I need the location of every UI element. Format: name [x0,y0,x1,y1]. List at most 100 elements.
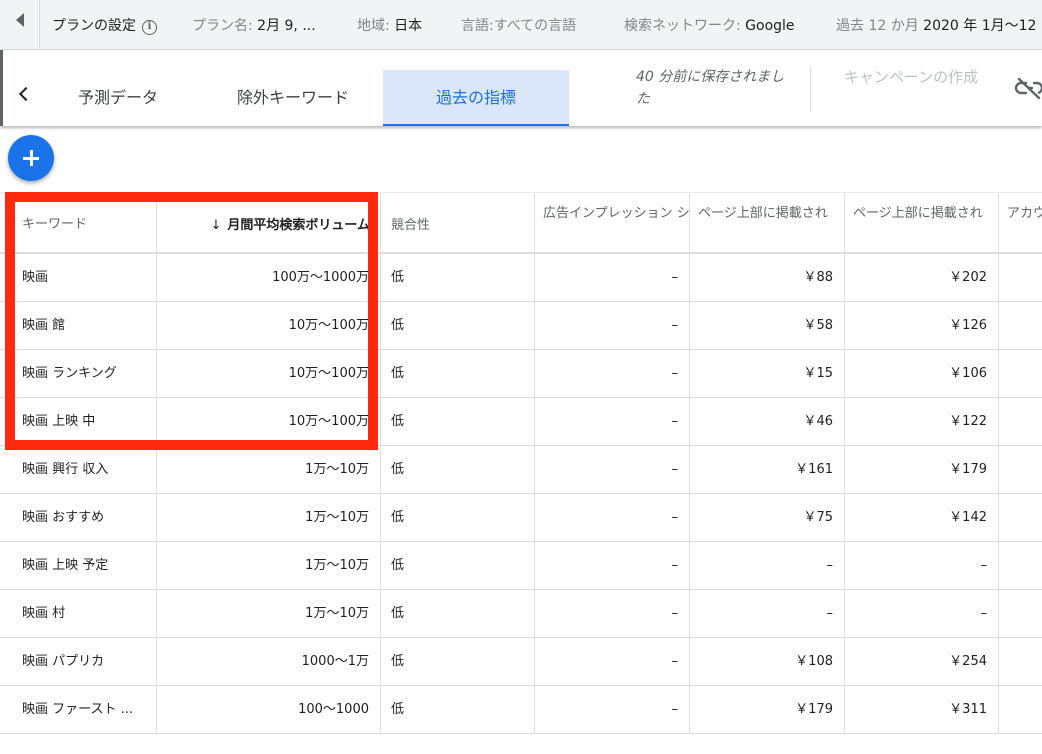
impression-share-cell: – [535,350,690,397]
top-bid-low-cell: – [690,542,845,589]
top-bid-high-cell: ￥142 [845,494,999,541]
impression-share-cell: – [535,638,690,685]
account-cell [999,638,1042,685]
col-header-competition[interactable]: 競合性 [381,193,535,253]
plan-settings-label: プランの設定 [52,18,136,34]
impression-share-cell: – [535,542,690,589]
back-button[interactable] [0,0,40,48]
table-row[interactable]: 映画 上映 中 10万〜100万低 – ￥46 ￥122 [0,398,1042,446]
top-bid-low-cell: ￥161 [690,446,845,493]
account-cell [999,446,1042,493]
account-cell [999,302,1042,349]
impression-share-cell: – [535,302,690,349]
keyword-cell[interactable]: 映画 パプリカ [0,638,157,685]
table-row[interactable]: 映画 おすすめ 1万〜10万低 – ￥75 ￥142 [0,494,1042,542]
col-header-top-bid-low[interactable]: ページ上部に掲載され [690,193,845,253]
tab-forecast[interactable]: 予測データ [43,70,193,126]
keyword-cell[interactable]: 映画 [0,254,157,301]
tab-negative-keywords[interactable]: 除外キーワード [213,70,373,126]
plan-name-setting[interactable]: プラン名: 2月 9, ... [192,15,316,35]
keyword-cell[interactable]: 映画 上映 中 [0,398,157,445]
col-header-top-bid-high[interactable]: ページ上部に掲載され [845,193,999,253]
impression-share-cell: – [535,686,690,733]
language-setting[interactable]: 言語:すべての言語 [461,15,576,35]
language-value: すべての言語 [493,18,577,34]
volume-cell: 1万〜10万 [157,446,381,493]
top-bid-high-cell: ￥126 [845,302,999,349]
impression-share-cell: – [535,446,690,493]
arrow-down-icon: ↓ [210,218,222,233]
volume-cell: 1万〜10万 [157,590,381,637]
account-cell [999,590,1042,637]
top-bid-high-cell: ￥122 [845,398,999,445]
competition-cell: 低 [381,302,535,349]
table-row[interactable]: 映画 興行 収入 1万〜10万低 – ￥161 ￥179 [0,446,1042,494]
competition-cell: 低 [381,638,535,685]
create-campaign-button[interactable]: キャンペーンの作成 [841,66,981,88]
keyword-cell[interactable]: 映画 おすすめ [0,494,157,541]
table-row[interactable]: 映画 館 10万〜100万低 – ￥58 ￥126 [0,302,1042,350]
language-label: 言語: [461,18,494,34]
keyword-cell[interactable]: 映画 ファースト ... [0,686,157,733]
volume-cell: 10万〜100万 [157,398,381,445]
volume-cell: 1000〜1万 [157,638,381,685]
region-value: 日本 [394,18,423,34]
link-off-icon[interactable] [1015,77,1042,99]
top-bid-low-cell: ￥46 [690,398,845,445]
table-row[interactable]: 映画 ファースト ... 100〜1000 低 – ￥179 ￥311 [0,686,1042,734]
period-setting[interactable]: 過去 12 か月 2020 年 1月〜12 [836,15,1036,35]
tab-historical-metrics[interactable]: 過去の指標 [383,70,569,126]
top-bid-high-cell: ￥179 [845,446,999,493]
top-bid-high-cell: ￥311 [845,686,999,733]
top-bid-high-cell: – [845,542,999,589]
network-setting[interactable]: 検索ネットワーク: Google [624,15,795,35]
impression-share-cell: – [535,494,690,541]
top-bid-low-cell: ￥58 [690,302,845,349]
keyword-cell[interactable]: 映画 館 [0,302,157,349]
keyword-cell[interactable]: 映画 ランキング [0,350,157,397]
volume-cell: 100〜1000 [157,686,381,733]
network-label: 検索ネットワーク: [624,18,741,34]
keyword-cell[interactable]: 映画 興行 収入 [0,446,157,493]
chevron-left-icon[interactable] [18,86,34,102]
volume-cell: 1万〜10万 [157,494,381,541]
divider [810,66,811,112]
competition-cell: 低 [381,590,535,637]
col-header-impression-share[interactable]: 広告インプレッション シェア [535,193,690,253]
table-header: キーワード ↓ 月間平均検索ボリューム 競合性 広告インプレッション シェア ペー… [0,192,1042,254]
col-header-account[interactable]: アカウ [999,193,1042,253]
col-header-keyword[interactable]: キーワード [0,193,157,253]
add-keyword-button[interactable] [8,135,54,181]
plan-settings-title[interactable]: プランの設定 i [52,15,157,35]
tabs-bar: 予測データ 除外キーワード 過去の指標 40 分前に保存されました キャンペーン… [0,50,1042,126]
period-value: 2020 年 1月〜12 [923,18,1037,34]
volume-cell: 10万〜100万 [157,302,381,349]
table-row[interactable]: 映画 ランキング 10万〜100万低 – ￥15 ￥106 [0,350,1042,398]
info-icon[interactable]: i [142,20,157,35]
top-bid-low-cell: ￥75 [690,494,845,541]
keyword-cell[interactable]: 映画 上映 予定 [0,542,157,589]
competition-cell: 低 [381,542,535,589]
plan-settings-bar: プランの設定 i プラン名: 2月 9, ... 地域: 日本 言語:すべての言語… [0,0,1042,50]
col-header-volume-label: 月間平均検索ボリューム [227,218,370,233]
competition-cell: 低 [381,350,535,397]
table-row[interactable]: 映画 村 1万〜10万低 – – – [0,590,1042,638]
top-bid-low-cell: ￥88 [690,254,845,301]
account-cell [999,686,1042,733]
competition-cell: 低 [381,254,535,301]
top-bid-low-cell: ￥179 [690,686,845,733]
keyword-cell[interactable]: 映画 村 [0,590,157,637]
table-row[interactable]: 映画 100万〜1000万低 – ￥88 ￥202 [0,254,1042,302]
volume-cell: 1万〜10万 [157,542,381,589]
col-header-volume[interactable]: ↓ 月間平均検索ボリューム [157,193,381,253]
competition-cell: 低 [381,686,535,733]
account-cell [999,494,1042,541]
region-label: 地域: [357,18,390,34]
top-bid-low-cell: ￥108 [690,638,845,685]
table-row[interactable]: 映画 パプリカ 1000〜1万低 – ￥108 ￥254 [0,638,1042,686]
top-bid-low-cell: – [690,590,845,637]
region-setting[interactable]: 地域: 日本 [357,15,422,35]
impression-share-cell: – [535,398,690,445]
table-row[interactable]: 映画 上映 予定 1万〜10万低 – – – [0,542,1042,590]
top-bid-high-cell: – [845,590,999,637]
